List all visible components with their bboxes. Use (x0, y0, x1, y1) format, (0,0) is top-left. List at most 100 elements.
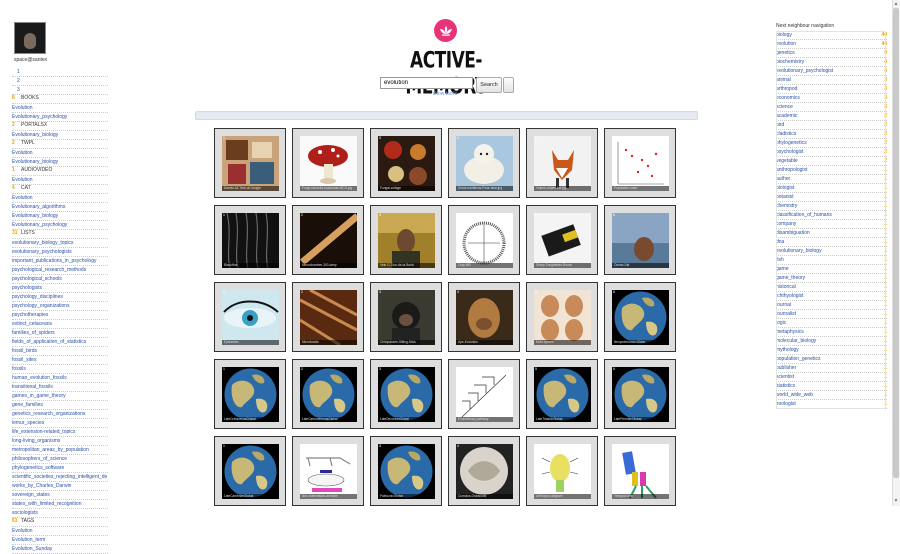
neighbour-item[interactable]: classification_of_humans 1 (776, 211, 887, 220)
section-item-link[interactable]: Evolution (12, 104, 108, 113)
result-thumbnail[interactable]: 4 Evolutionary-pathway (456, 367, 513, 422)
neighbour-link[interactable]: science (776, 103, 793, 111)
section-item-link[interactable]: genetics_research_organizations (12, 410, 108, 419)
section-item-link[interactable]: important_publications_in_psychology (12, 257, 108, 266)
result-card[interactable]: 1 BlackHair (214, 205, 286, 275)
neighbour-link[interactable]: metaphysics (776, 328, 804, 336)
result-card[interactable]: 6 Tetrapod-limb (604, 436, 676, 506)
neighbour-item[interactable]: population_genetics 1 (776, 355, 887, 364)
neighbour-item[interactable]: zoologist 1 (776, 400, 887, 409)
section-item-link[interactable]: fossil_birds (12, 347, 108, 356)
result-thumbnail[interactable]: 6 LatePermianGlobal (612, 367, 669, 422)
result-card[interactable]: 4 Ursus-maritimus-Polar-bear.jpg (448, 128, 520, 198)
neighbour-item[interactable]: phylogenetics 2 (776, 139, 887, 148)
neighbour-item[interactable]: game 1 (776, 265, 887, 274)
section-item-link[interactable]: psychological_schools (12, 275, 108, 284)
result-thumbnail[interactable]: 5 Arthropod-diagram (534, 444, 591, 499)
result-card[interactable]: 5 Mold-spores (526, 282, 598, 352)
result-thumbnail[interactable]: 4 Ape-Evolution (456, 290, 513, 345)
result-thumbnail[interactable]: 6 Neoproterozoic-Globe (612, 290, 669, 345)
neighbour-link[interactable]: world_wide_web (776, 391, 813, 399)
neighbour-item[interactable]: arthropod 3 (776, 85, 887, 94)
neighbour-link[interactable]: genetics (776, 49, 795, 57)
neighbour-link[interactable]: logic (776, 319, 786, 327)
section-item-link[interactable]: psychotherapies (12, 311, 108, 320)
result-thumbnail[interactable]: 4 Cray-MB (456, 213, 513, 268)
neighbour-link[interactable]: statistics (776, 382, 795, 390)
neighbour-link[interactable]: molecular_biology (776, 337, 816, 345)
result-thumbnail[interactable]: 5 Sharp-Sunglasses-Brown (534, 213, 591, 268)
section-item-link[interactable]: long-living_organisms (12, 437, 108, 446)
neighbour-item[interactable]: world_wide_web 1 (776, 391, 887, 400)
result-card[interactable]: 6 Ocean-Sat (604, 205, 676, 275)
result-card[interactable]: 4 Cray-MB (448, 205, 520, 275)
section-item-link[interactable]: Evolutionary_psychology (12, 221, 108, 230)
result-card[interactable]: 6 LatePermianGlobal (604, 359, 676, 429)
scrollbar-thumb[interactable] (893, 8, 899, 478)
search-button[interactable]: Search (476, 77, 502, 93)
neighbour-link[interactable]: cladistics (776, 130, 796, 138)
section-item-link[interactable]: sovereign_states (12, 491, 108, 500)
neighbour-item[interactable]: biology 44 (776, 31, 887, 40)
neighbour-item[interactable]: animal 3 (776, 76, 887, 85)
neighbour-link[interactable]: publisher (776, 364, 796, 372)
neighbour-link[interactable]: disambiguation (776, 229, 810, 237)
neighbour-item[interactable]: scientist 1 (776, 373, 887, 382)
neighbour-link[interactable]: fish (776, 256, 784, 264)
page-link[interactable]: 2 (12, 77, 108, 86)
section-item-link[interactable]: Evolution (12, 149, 108, 158)
page-link[interactable]: 3 (12, 86, 108, 95)
section-item-link[interactable]: metropolitan_areas_by_population (12, 446, 108, 455)
neighbour-link[interactable]: psychologist (776, 148, 804, 156)
scroll-down-arrow-icon[interactable]: ▼ (893, 498, 899, 504)
section-item-link[interactable]: families_of_spiders (12, 329, 108, 338)
search-input[interactable] (380, 77, 473, 89)
neighbour-item[interactable]: game_theory 1 (776, 274, 887, 283)
result-thumbnail[interactable]: 3 Chimpanzee-Sitting-Stick (378, 290, 435, 345)
neighbour-link[interactable]: ichthyologist (776, 292, 804, 300)
neighbour-item[interactable]: biologist 1 (776, 184, 887, 193)
result-card[interactable]: 1 Eyelashes (214, 282, 286, 352)
result-thumbnail[interactable]: 2 Non-mammalian-amniote (300, 444, 357, 499)
section-item-link[interactable]: Evolution (12, 176, 108, 185)
result-thumbnail[interactable]: 3 LateDevonianGlobal (378, 367, 435, 422)
result-card[interactable]: 3 Chimpanzee-Sitting-Stick (370, 282, 442, 352)
section-item-link[interactable]: Evolution (12, 527, 108, 536)
neighbour-item[interactable]: psychologist 2 (776, 148, 887, 157)
section-item-link[interactable]: evolutionary_biology_topics (12, 239, 108, 248)
section-item-link[interactable]: works_by_Charles_Darwin (12, 482, 108, 491)
result-card[interactable]: 5 Arthropod-diagram (526, 436, 598, 506)
neighbour-item[interactable]: evolution 44 (776, 40, 887, 49)
section-item-link[interactable]: lemur_species (12, 419, 108, 428)
neighbour-item[interactable]: metaphysics 1 (776, 328, 887, 337)
result-thumbnail[interactable]: 1 Eyelashes (222, 290, 279, 345)
neighbour-link[interactable]: biologist (776, 184, 794, 192)
neighbour-link[interactable]: evolutionary_psychologist (776, 67, 833, 75)
result-card[interactable]: 2 LateCarboniferousGlobal (292, 359, 364, 429)
result-thumbnail[interactable]: 3 PaleozoicGlobal (378, 444, 435, 499)
result-card[interactable]: 6 Neoproterozoic-Globe (604, 282, 676, 352)
result-thumbnail[interactable]: 5 Vulpes-vulpes-fox.jpg (534, 136, 591, 191)
neighbour-link[interactable]: game_theory (776, 274, 805, 282)
result-thumbnail[interactable]: 4 Ursus-maritimus-Polar-bear.jpg (456, 136, 513, 191)
result-thumbnail[interactable]: 2 LateCarboniferousGlobal (300, 367, 357, 422)
neighbour-link[interactable]: classification_of_humans (776, 211, 832, 219)
result-thumbnail[interactable]: 1 Darwin-UI-Tree-of-Google (222, 136, 279, 191)
neighbour-item[interactable]: historical 1 (776, 283, 887, 292)
result-card[interactable]: 2 Fungi-colourful-mushroom-BCD.jpg (292, 128, 364, 198)
section-item-link[interactable]: psychology_organizations (12, 302, 108, 311)
neighbour-item[interactable]: evolutionary_biology 1 (776, 247, 887, 256)
result-card[interactable]: 5 LateTriassicGlobal (526, 359, 598, 429)
result-card[interactable]: 5 Vulpes-vulpes-fox.jpg (526, 128, 598, 198)
result-thumbnail[interactable]: 2 Microchamber-300-lamp (300, 213, 357, 268)
neighbour-link[interactable]: vegetable (776, 157, 798, 165)
neighbour-link[interactable]: game (776, 265, 789, 273)
result-thumbnail[interactable]: 2 Fungi-colourful-mushroom-BCD.jpg (300, 136, 357, 191)
result-card[interactable]: 4 Evolutionary-pathway (448, 359, 520, 429)
neighbour-item[interactable]: botanist 1 (776, 193, 887, 202)
section-item-link[interactable]: psychological_research_methods (12, 266, 108, 275)
neighbour-link[interactable]: scientist (776, 373, 794, 381)
result-thumbnail[interactable]: 6 Tetrapod-limb (612, 444, 669, 499)
neighbour-item[interactable]: economics 3 (776, 94, 887, 103)
section-item-link[interactable]: Evolutionary_biology (12, 212, 108, 221)
